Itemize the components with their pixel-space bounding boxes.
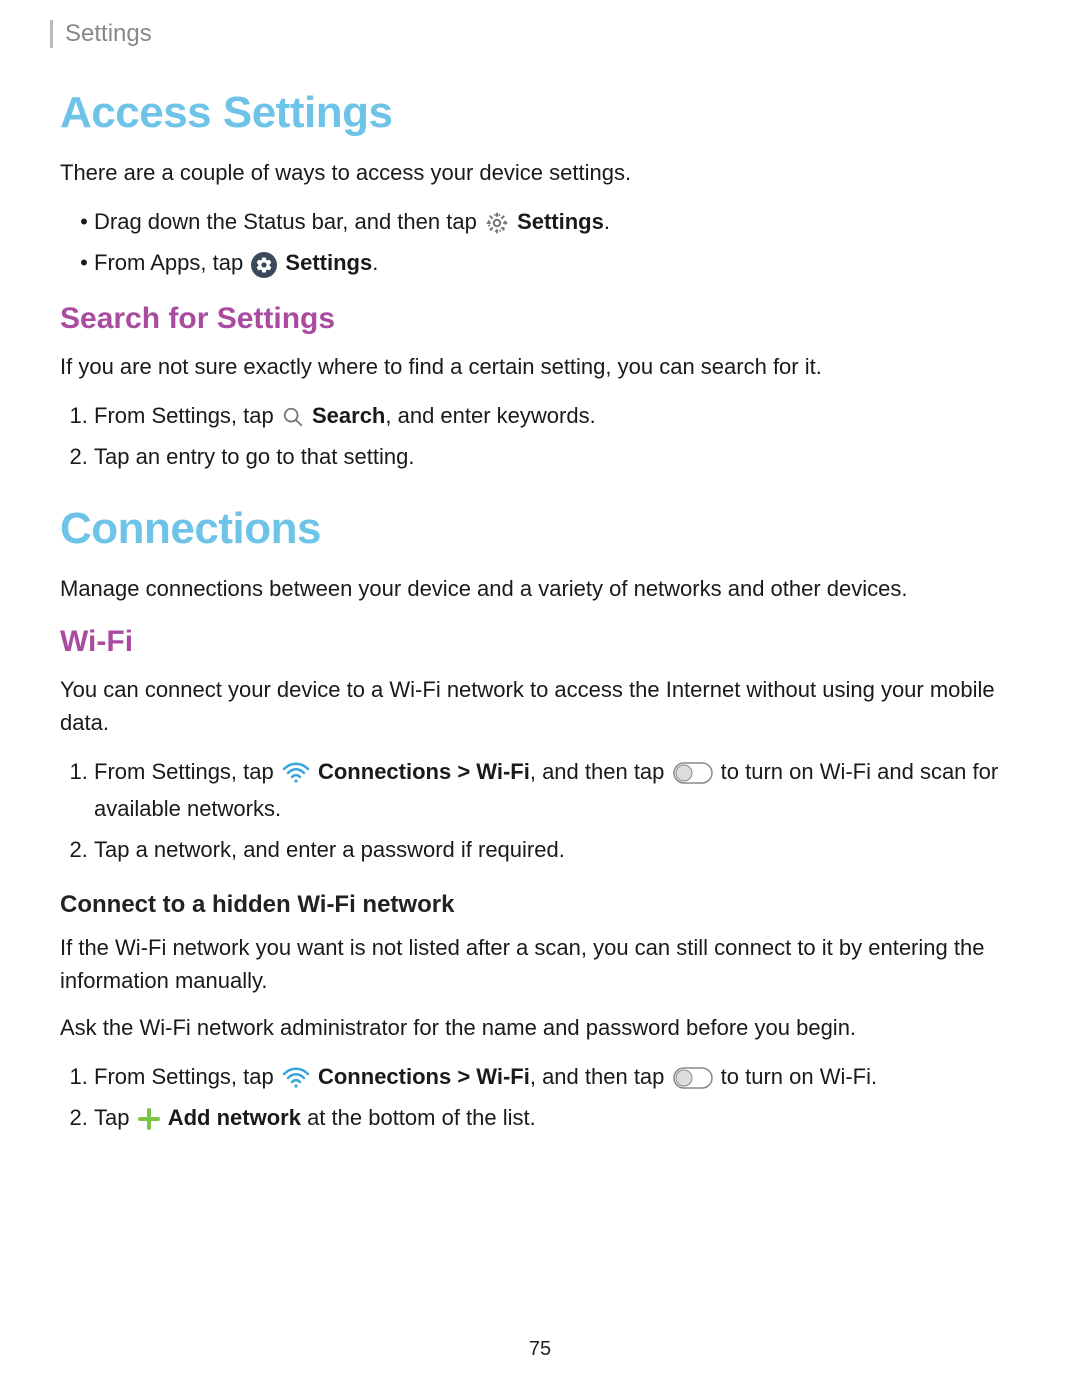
access-intro: There are a couple of ways to access you… [60,156,1020,189]
toggle-off-icon [673,762,713,784]
text: From Settings, tap [94,403,280,428]
hidden-steps: From Settings, tap Connections > Wi-Fi, … [94,1058,1020,1137]
gear-filled-icon [251,252,277,278]
heading-access-settings: Access Settings [60,88,1020,138]
search-step-2: Tap an entry to go to that setting. [94,438,1020,475]
search-intro: If you are not sure exactly where to fin… [60,350,1020,383]
text: From Apps, tap [94,250,249,275]
search-step-1: From Settings, tap Search, and enter key… [94,397,1020,434]
hidden-step-1: From Settings, tap Connections > Wi-Fi, … [94,1058,1020,1095]
hidden-step-2: Tap Add network at the bottom of the lis… [94,1099,1020,1136]
hidden-intro-2: Ask the Wi-Fi network administrator for … [60,1011,1020,1044]
connections-intro: Manage connections between your device a… [60,572,1020,605]
text: , and then tap [530,759,671,784]
text: . [604,209,610,234]
toggle-off-icon [673,1067,713,1089]
text: From Settings, tap [94,759,280,784]
text: , and enter keywords. [385,403,595,428]
header-breadcrumb: Settings [50,20,1020,48]
text: Tap [94,1105,136,1130]
breadcrumb-text: Settings [65,20,152,47]
text: to turn on Wi-Fi. [721,1064,877,1089]
wifi-steps: From Settings, tap Connections > Wi-Fi, … [94,753,1020,869]
text-bold: Settings [285,250,372,275]
wifi-step-1: From Settings, tap Connections > Wi-Fi, … [94,753,1020,828]
text: From Settings, tap [94,1064,280,1089]
plus-icon [138,1108,160,1130]
page-number: 75 [0,1338,1080,1361]
bullet-from-apps: From Apps, tap Settings. [94,244,1020,281]
text-bold: Connections > Wi-Fi [318,1064,530,1089]
text: at the bottom of the list. [301,1105,536,1130]
bullet-status-bar: Drag down the Status bar, and then tap S… [94,203,1020,240]
text-bold: Settings [517,209,604,234]
gear-icon [485,211,509,235]
search-icon [282,406,304,428]
wifi-step-2: Tap a network, and enter a password if r… [94,831,1020,868]
wifi-icon [282,1066,310,1090]
hidden-intro-1: If the Wi-Fi network you want is not lis… [60,931,1020,997]
heading-search-settings: Search for Settings [60,302,1020,336]
text: , and then tap [530,1064,671,1089]
heading-wifi: Wi-Fi [60,625,1020,659]
heading-hidden-wifi: Connect to a hidden Wi-Fi network [60,891,1020,919]
text-bold: Add network [168,1105,301,1130]
wifi-intro: You can connect your device to a Wi-Fi n… [60,673,1020,739]
heading-connections: Connections [60,504,1020,554]
wifi-icon [282,761,310,785]
access-bullets: Drag down the Status bar, and then tap S… [94,203,1020,282]
text-bold: Search [312,403,385,428]
text: . [372,250,378,275]
text: Drag down the Status bar, and then tap [94,209,483,234]
search-steps: From Settings, tap Search, and enter key… [94,397,1020,476]
text-bold: Connections > Wi-Fi [318,759,530,784]
